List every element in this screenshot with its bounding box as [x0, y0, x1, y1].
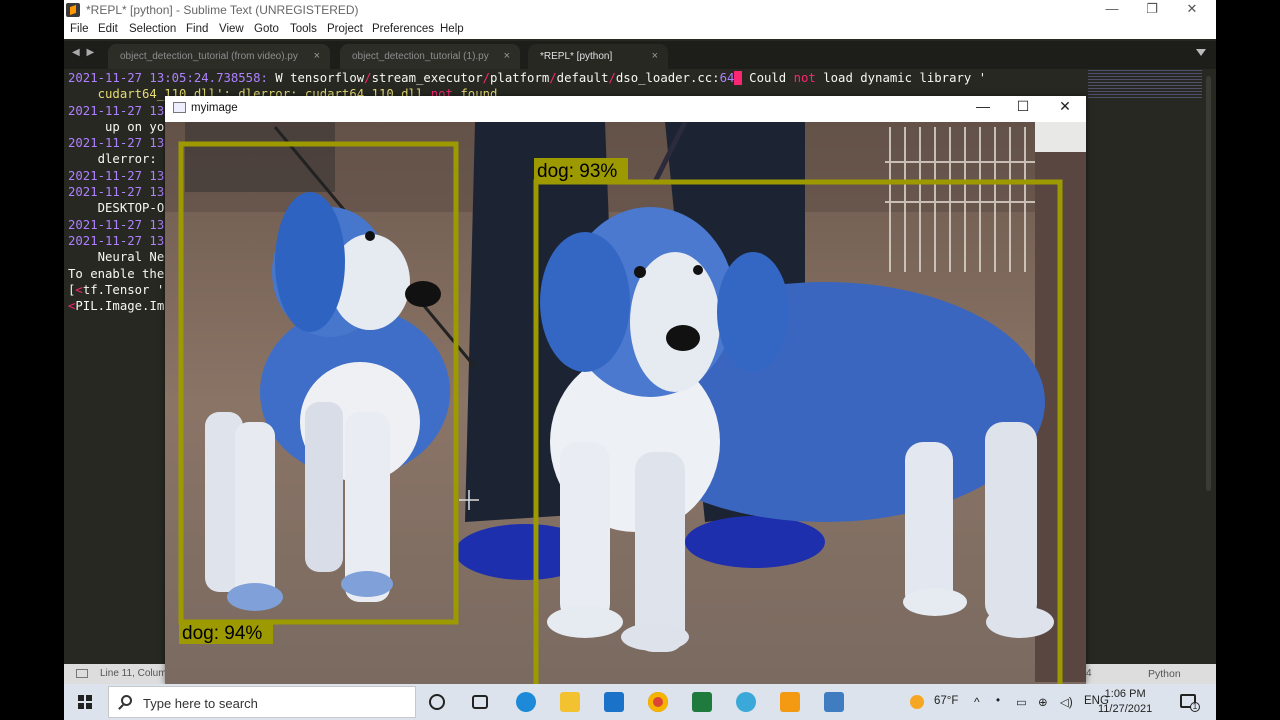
- menu-bar: File Edit Selection Find View Goto Tools…: [64, 20, 1216, 39]
- image-viewer-window[interactable]: myimage — ☐ ✕ dog: 94% dog: 93%: [165, 96, 1086, 684]
- image-maximize-button[interactable]: ☐: [1003, 98, 1043, 118]
- image-minimize-button[interactable]: —: [963, 98, 1003, 118]
- menu-preferences[interactable]: Preferences: [372, 23, 434, 35]
- desktop-screen: *REPL* [python] - Sublime Text (UNREGIST…: [64, 0, 1216, 720]
- tab-close-icon[interactable]: ×: [504, 50, 510, 62]
- panel-toggle-icon[interactable]: [76, 669, 88, 678]
- white-object: [1035, 122, 1086, 152]
- code-line: up on yo: [68, 119, 165, 134]
- chrome-icon[interactable]: [648, 692, 668, 712]
- mail-icon[interactable]: [604, 692, 624, 712]
- code-line: 2021-11-27 13: [68, 217, 165, 232]
- network-icon[interactable]: ▭: [1016, 695, 1027, 709]
- close-button[interactable]: ✕: [1172, 1, 1212, 17]
- tab-nav-arrows[interactable]: ◀ ▶: [72, 47, 96, 58]
- taskbar-search-box[interactable]: Type here to search: [108, 686, 416, 718]
- code-line: 2021-11-27 13: [68, 136, 165, 151]
- tab-close-icon[interactable]: ×: [652, 50, 658, 62]
- image-window-title: myimage: [191, 102, 238, 114]
- globe-icon[interactable]: ⊕: [1038, 695, 1048, 709]
- detection-image-svg: dog: 94% dog: 93%: [165, 122, 1086, 684]
- tab-bar: ◀ ▶ object_detection_tutorial (from vide…: [64, 41, 1216, 69]
- tab-dropdown-icon[interactable]: [1196, 49, 1206, 56]
- vertical-scrollbar[interactable]: [1206, 76, 1211, 491]
- file-explorer-icon[interactable]: [560, 692, 580, 712]
- code-line: 2021-11-27 13: [68, 168, 165, 183]
- menu-edit[interactable]: Edit: [98, 23, 118, 35]
- tab-repl-python[interactable]: *REPL* [python] ×: [528, 44, 668, 69]
- window-title: *REPL* [python] - Sublime Text (UNREGIST…: [86, 3, 359, 17]
- menu-project[interactable]: Project: [327, 23, 363, 35]
- volume-icon[interactable]: ◁): [1060, 695, 1073, 709]
- tab-close-icon[interactable]: ×: [314, 50, 320, 62]
- syntax-selector[interactable]: Python: [1148, 668, 1181, 680]
- menu-tools[interactable]: Tools: [290, 23, 317, 35]
- menu-file[interactable]: File: [70, 23, 89, 35]
- image-window-icon: [173, 102, 186, 113]
- code-line: 2021-11-27 13: [68, 185, 165, 200]
- system-clock[interactable]: 1:06 PM 11/27/2021: [1098, 687, 1152, 717]
- minimize-button[interactable]: —: [1092, 1, 1132, 16]
- menu-view[interactable]: View: [219, 23, 244, 35]
- app-icon[interactable]: [736, 692, 756, 712]
- dark-background-object: [185, 122, 335, 192]
- windows-start-icon[interactable]: [78, 695, 92, 709]
- clock-date: 11/27/2021: [1098, 703, 1153, 715]
- cursor-position: Line 11, Colum: [100, 668, 167, 679]
- right-shoe: [685, 516, 825, 568]
- code-line: DESKTOP-O: [68, 201, 165, 216]
- minimap[interactable]: [1088, 70, 1202, 100]
- sublime-text-icon: [66, 3, 80, 17]
- code-line: 2021-11-27 13: [68, 233, 165, 248]
- menu-help[interactable]: Help: [440, 23, 464, 35]
- windows-taskbar: Type here to search 67°F ^ • ▭ ⊕ ◁) ENG …: [64, 684, 1216, 720]
- weather-icon[interactable]: [910, 695, 924, 709]
- label-large-dog: dog: 93%: [537, 161, 617, 182]
- label-small-dog: dog: 94%: [182, 623, 262, 644]
- python-taskbar-icon[interactable]: [824, 692, 844, 712]
- task-view-icon[interactable]: [472, 695, 488, 709]
- code-line: 2021-11-27 13:05:24.738558: W tensorflow…: [68, 71, 987, 85]
- code-line: dlerror:: [68, 152, 165, 167]
- tab-label: object_detection_tutorial (1).py: [352, 51, 489, 62]
- detection-image: dog: 94% dog: 93%: [165, 122, 1086, 684]
- image-close-button[interactable]: ✕: [1045, 98, 1085, 118]
- code-line: 2021-11-27 13: [68, 103, 165, 118]
- tab-label: *REPL* [python]: [540, 51, 613, 62]
- notification-count: 1: [1190, 702, 1200, 712]
- sublime-taskbar-icon[interactable]: [780, 692, 800, 712]
- code-line: Neural Ne: [68, 250, 165, 265]
- chevron-up-icon[interactable]: ^: [974, 695, 980, 709]
- tab-object-detection-from-video[interactable]: object_detection_tutorial (from video).p…: [108, 44, 330, 69]
- cortana-icon[interactable]: [429, 694, 445, 710]
- menu-goto[interactable]: Goto: [254, 23, 279, 35]
- microphone-icon[interactable]: •: [996, 695, 1000, 707]
- window-title-bar[interactable]: *REPL* [python] - Sublime Text (UNREGIST…: [64, 0, 1216, 20]
- code-line: [<tf.Tensor ': [68, 282, 165, 297]
- menu-find[interactable]: Find: [186, 23, 208, 35]
- search-placeholder: Type here to search: [143, 696, 258, 711]
- code-line: To enable the: [68, 266, 165, 281]
- edge-browser-icon[interactable]: [516, 692, 536, 712]
- tab-label: object_detection_tutorial (from video).p…: [120, 51, 298, 62]
- notification-icon[interactable]: 1: [1180, 694, 1200, 712]
- menu-selection[interactable]: Selection: [129, 23, 176, 35]
- restore-button[interactable]: ❐: [1132, 1, 1172, 17]
- image-window-title-bar[interactable]: myimage — ☐ ✕: [165, 96, 1086, 122]
- search-icon: [121, 695, 132, 706]
- tab-object-detection-1[interactable]: object_detection_tutorial (1).py ×: [340, 44, 520, 69]
- excel-icon[interactable]: [692, 692, 712, 712]
- clock-time: 1:06 PM: [1104, 688, 1146, 700]
- tab-size[interactable]: 4: [1086, 668, 1092, 679]
- weather-temp[interactable]: 67°F: [934, 695, 958, 707]
- code-line: <PIL.Image.Im: [68, 299, 165, 314]
